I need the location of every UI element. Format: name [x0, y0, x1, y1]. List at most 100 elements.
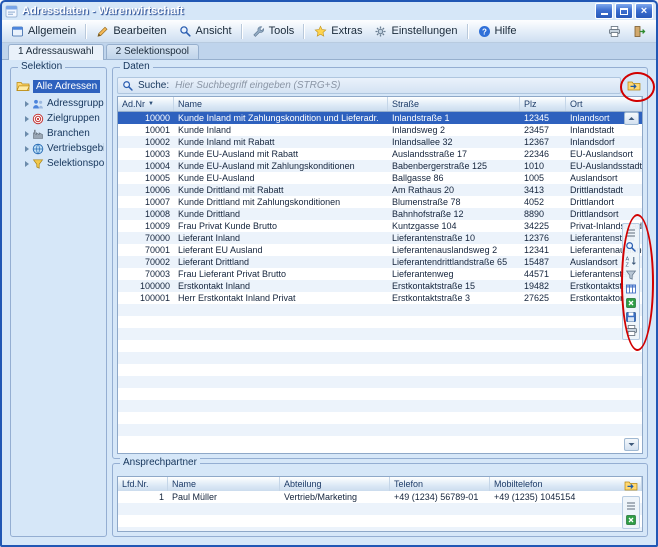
- menu-ansicht[interactable]: Ansicht: [173, 23, 238, 40]
- address-row[interactable]: 10004Kunde EU-Ausland mit Zahlungskondit…: [118, 160, 642, 172]
- column-header-telefon[interactable]: Telefon: [390, 477, 490, 491]
- empty-row: [118, 388, 642, 400]
- column-header-stra-e[interactable]: Straße: [388, 97, 520, 111]
- address-row[interactable]: 70001Lieferant EU AuslandLieferantenausl…: [118, 244, 642, 256]
- menu-separator: [303, 24, 305, 39]
- expander-icon[interactable]: [25, 131, 29, 137]
- tree-item-selektionspools[interactable]: Selektionspools: [25, 156, 104, 171]
- column-header-mobiltelefon[interactable]: Mobiltelefon: [490, 477, 642, 491]
- tab-1-adressauswahl[interactable]: 1 Adressauswahl: [8, 44, 104, 60]
- empty-row: [118, 515, 642, 527]
- maximize-button[interactable]: [615, 3, 633, 19]
- empty-row: [118, 424, 642, 436]
- tree-item-branchen[interactable]: Branchen: [25, 126, 104, 141]
- close-button[interactable]: [635, 3, 653, 19]
- contacts-export-excel-button[interactable]: [624, 513, 638, 526]
- tree-item-alle-adressen[interactable]: Alle Adressen: [16, 78, 104, 94]
- scroll-down-button[interactable]: [624, 438, 639, 451]
- cell: [118, 424, 174, 436]
- ansprechpartner-caption: Ansprechpartner: [120, 457, 200, 469]
- cell: [118, 412, 174, 424]
- tab-2-selektionspool[interactable]: 2 Selektionspool: [106, 44, 199, 59]
- cell: [174, 424, 388, 436]
- column-header-plz[interactable]: Plz: [520, 97, 566, 111]
- menu-allgemein[interactable]: Allgemein: [5, 23, 82, 40]
- table-export-button[interactable]: [625, 78, 643, 94]
- expander-icon[interactable]: [25, 146, 29, 152]
- cell: 15487: [520, 256, 566, 268]
- tree-item-zielgruppen[interactable]: Zielgruppen: [25, 111, 104, 126]
- cell: [118, 352, 174, 364]
- grid-filter-button[interactable]: [624, 268, 638, 281]
- cell: [174, 352, 388, 364]
- column-header-lfd-nr[interactable]: Lfd.Nr.: [118, 477, 168, 491]
- cell: [520, 412, 566, 424]
- address-row[interactable]: 70002Lieferant DrittlandLieferantendritt…: [118, 256, 642, 268]
- grid-save-button[interactable]: [624, 310, 638, 323]
- column-header-name[interactable]: Name: [168, 477, 280, 491]
- titlebar: Adressdaten - Warenwirtschaft: [2, 2, 656, 20]
- menu-einstellungen[interactable]: Einstellungen: [368, 23, 463, 40]
- cell: 70002: [118, 256, 174, 268]
- header-label: Name: [178, 99, 202, 109]
- grid-print-button[interactable]: [624, 324, 638, 337]
- expander-icon[interactable]: [25, 101, 29, 107]
- search-label: Suche:: [138, 80, 169, 91]
- contacts-overlay: [622, 478, 640, 529]
- expander-icon[interactable]: [25, 161, 29, 167]
- address-grid-body: 10000Kunde Inland mit Zahlungskondition …: [118, 112, 642, 453]
- grid-export-excel-button[interactable]: [624, 296, 638, 309]
- minimize-button[interactable]: [595, 3, 613, 19]
- column-header-ad-nr[interactable]: Ad.Nr▼: [118, 97, 174, 111]
- cell: Lieferantenstraße 10: [388, 232, 520, 244]
- print-button[interactable]: [603, 22, 625, 40]
- tree-item-adressgruppen[interactable]: Adressgruppen: [25, 96, 104, 111]
- grid-columns-button[interactable]: [624, 282, 638, 295]
- column-header-abteilung[interactable]: Abteilung: [280, 477, 390, 491]
- contact-row[interactable]: 1Paul MüllerVertrieb/Marketing+49 (1234)…: [118, 491, 642, 503]
- address-row[interactable]: 10005Kunde EU-AuslandBallgasse 861005Aus…: [118, 172, 642, 184]
- menu-hilfe[interactable]: ? Hilfe: [472, 23, 523, 40]
- grid-sort-button[interactable]: AZ: [624, 254, 638, 267]
- address-row[interactable]: 70000Lieferant InlandLieferantenstraße 1…: [118, 232, 642, 244]
- hilfe-icon: ?: [478, 25, 491, 38]
- address-row[interactable]: 70003Frau Lieferant Privat BruttoLiefera…: [118, 268, 642, 280]
- menu-tools[interactable]: Tools: [246, 23, 301, 40]
- grid-search-button[interactable]: [624, 240, 638, 253]
- cell: [118, 376, 174, 388]
- menu-label: Hilfe: [495, 25, 517, 37]
- column-header-ort[interactable]: Ort: [566, 97, 642, 111]
- cell: [168, 503, 280, 515]
- contacts-menu-button[interactable]: [624, 499, 638, 512]
- search-input[interactable]: [173, 79, 616, 92]
- address-row[interactable]: 10003Kunde EU-Ausland mit RabattAuslands…: [118, 148, 642, 160]
- address-row[interactable]: 10001Kunde InlandInlandsweg 223457Inland…: [118, 124, 642, 136]
- cell: Paul Müller: [168, 491, 280, 503]
- exit-button[interactable]: [628, 22, 650, 40]
- menubar-items: Allgemein BearbeitenAnsicht Tools ExtrasEin…: [5, 20, 523, 42]
- address-row[interactable]: 10008Kunde DrittlandBahnhofstraße 128890…: [118, 208, 642, 220]
- menu-extras[interactable]: Extras: [308, 23, 368, 40]
- empty-row: [118, 364, 642, 376]
- contacts-export-button[interactable]: [622, 478, 640, 493]
- cell: Lieferantenauslandsweg 2: [388, 244, 520, 256]
- address-row[interactable]: 10009Frau Privat Kunde BruttoKuntzgasse …: [118, 220, 642, 232]
- cell: 10006: [118, 184, 174, 196]
- address-row[interactable]: 10002Kunde Inland mit RabattInlandsallee…: [118, 136, 642, 148]
- address-row[interactable]: 10000Kunde Inland mit Zahlungskondition …: [118, 112, 642, 124]
- cell: [174, 376, 388, 388]
- expander-icon[interactable]: [25, 116, 29, 122]
- tree-item-vertriebsgebiete[interactable]: Vertriebsgebiete: [25, 141, 104, 156]
- menu-bearbeiten[interactable]: Bearbeiten: [90, 23, 172, 40]
- address-row[interactable]: 10006Kunde Drittland mit RabattAm Rathau…: [118, 184, 642, 196]
- address-row[interactable]: 10007Kunde Drittland mit Zahlungskonditi…: [118, 196, 642, 208]
- address-row[interactable]: 100001Herr Erstkontakt Inland PrivatErst…: [118, 292, 642, 304]
- cell: Kunde Inland: [174, 124, 388, 136]
- column-header-name[interactable]: Name: [174, 97, 388, 111]
- scroll-up-button[interactable]: [624, 112, 639, 125]
- grid-menu-button[interactable]: [624, 226, 638, 239]
- empty-row: [118, 400, 642, 412]
- cell: 70003: [118, 268, 174, 280]
- address-grid-header: Ad.Nr▼ Name StraßePlzOrt: [118, 97, 642, 112]
- address-row[interactable]: 100000Erstkontakt InlandErstkontaktstraß…: [118, 280, 642, 292]
